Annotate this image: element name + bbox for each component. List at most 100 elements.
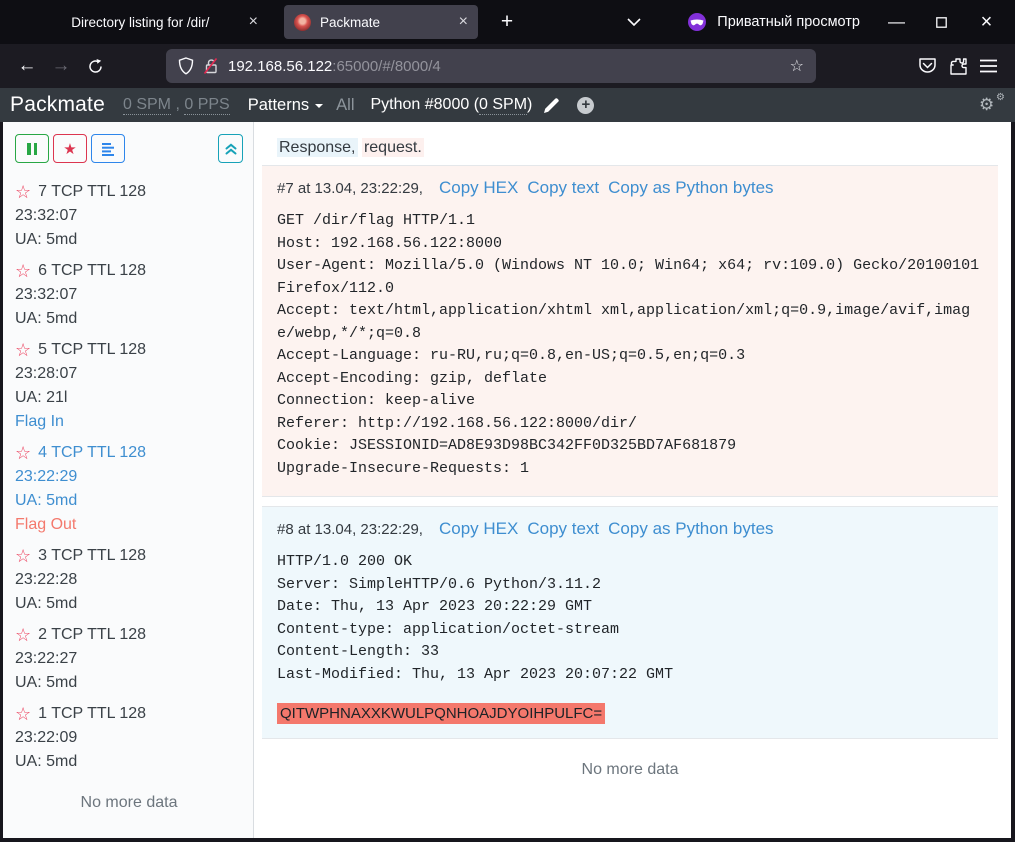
back-button[interactable]: ← <box>10 50 44 82</box>
tab-title: Packmate <box>320 15 380 30</box>
list-all-tabs-button[interactable] <box>627 18 641 26</box>
favorite-star-icon[interactable]: ☆ <box>15 705 31 723</box>
copy-python-bytes-link[interactable]: Copy as Python bytes <box>608 178 773 198</box>
copy-python-bytes-link[interactable]: Copy as Python bytes <box>608 519 773 539</box>
bookmark-star-icon[interactable]: ☆ <box>790 56 804 76</box>
menu-hamburger-icon[interactable] <box>980 59 997 73</box>
packet-list-item-selected[interactable]: ☆4 TCP TTL 128 23:22:29 UA: 5md Flag Out <box>15 441 243 537</box>
toolbar-right <box>918 57 1005 76</box>
minimize-button[interactable]: — <box>874 0 919 44</box>
packet-sidebar: ★ ☆ 7 TCP TTL 128 23:32:07 UA: 5md <box>3 122 254 838</box>
settings-gears-icon[interactable]: ⚙⚙ <box>979 94 1005 116</box>
flag-out-link[interactable]: Flag Out <box>15 513 243 537</box>
copy-text-link[interactable]: Copy text <box>527 519 599 539</box>
packet-title: 5 TCP TTL 128 <box>38 338 146 362</box>
packet-list-item[interactable]: ☆3 TCP TTL 128 23:22:28 UA: 5md <box>15 544 243 616</box>
packmate-brand[interactable]: Packmate <box>10 93 105 117</box>
packet-title: 4 TCP TTL 128 <box>38 441 146 465</box>
flag-in-link[interactable]: Flag In <box>15 410 243 434</box>
favorite-star-icon[interactable]: ☆ <box>15 262 31 280</box>
browser-window: Directory listing for /dir/ × Packmate ×… <box>0 0 1015 842</box>
packet-list-item[interactable]: ☆6 TCP TTL 128 23:32:07 UA: 5md <box>15 259 243 331</box>
reload-button[interactable] <box>78 50 112 82</box>
favorite-star-icon[interactable]: ☆ <box>15 626 31 644</box>
private-mask-icon <box>687 12 707 32</box>
patterns-label: Patterns <box>248 96 309 115</box>
navigation-toolbar: ← → 192.168.56.122:65000/#/8000/4 ☆ <box>0 44 1015 88</box>
favorite-star-icon[interactable]: ☆ <box>15 341 31 359</box>
tab-title: Directory listing for /dir/ <box>40 15 241 30</box>
compact-view-button[interactable] <box>91 134 125 163</box>
stream-no-more-data: No more data <box>262 761 998 779</box>
pause-stream-button[interactable] <box>15 134 49 163</box>
service-suffix: ) <box>527 96 532 113</box>
packet-time: 23:22:09 <box>15 726 243 750</box>
tab-packmate[interactable]: Packmate × <box>284 5 478 39</box>
packet-list-item[interactable]: ☆7 TCP TTL 128 23:32:07 UA: 5md <box>15 180 243 252</box>
packmate-favicon-icon <box>294 14 311 31</box>
page-content: ★ ☆ 7 TCP TTL 128 23:32:07 UA: 5md <box>0 122 1015 842</box>
insecure-lock-icon[interactable] <box>203 57 219 75</box>
edit-service-button[interactable] <box>543 97 560 114</box>
copy-text-link[interactable]: Copy text <box>527 178 599 198</box>
sidebar-no-more-data: No more data <box>15 794 243 812</box>
packet-list-item[interactable]: ☆ 5 TCP TTL 128 23:28:07 UA: 21l Flag In <box>15 338 243 434</box>
copy-hex-link[interactable]: Copy HEX <box>439 519 518 539</box>
favorites-filter-button[interactable]: ★ <box>53 134 87 163</box>
shield-icon[interactable] <box>178 57 194 75</box>
scroll-to-top-button[interactable] <box>218 134 243 163</box>
packet-card-request: #7 at 13.04, 23:22:29, Copy HEX Copy tex… <box>262 165 998 497</box>
stats-separator: , <box>171 96 184 113</box>
all-services-link[interactable]: All <box>336 96 354 115</box>
forward-button[interactable]: → <box>44 50 78 82</box>
packet-list-item[interactable]: ☆2 TCP TTL 128 23:22:27 UA: 5md <box>15 623 243 695</box>
spm-stat: 0 SPM <box>123 96 171 115</box>
direction-filters: Response, request. <box>277 139 1011 157</box>
favorite-star-icon[interactable]: ☆ <box>15 183 31 201</box>
request-filter-chip[interactable]: request. <box>362 138 424 157</box>
packet-list-item[interactable]: ☆1 TCP TTL 128 23:22:09 UA: 5md <box>15 702 243 774</box>
pps-stat: 0 PPS <box>184 96 229 115</box>
chevron-down-icon <box>627 18 641 26</box>
packet-time: 23:32:07 <box>15 283 243 307</box>
close-window-button[interactable]: × <box>964 0 1009 44</box>
response-filter-chip[interactable]: Response, <box>277 138 358 157</box>
packet-title: 6 TCP TTL 128 <box>38 259 146 283</box>
packet-payload: GET /dir/flag HTTP/1.1 Host: 192.168.56.… <box>277 210 983 480</box>
service-spm: 0 SPM <box>479 96 527 115</box>
close-icon[interactable]: × <box>241 14 258 30</box>
tab-directory-listing[interactable]: Directory listing for /dir/ × <box>30 5 268 39</box>
service-tab-python-8000[interactable]: Python #8000 (0 SPM) <box>371 96 533 114</box>
extensions-puzzle-icon[interactable] <box>949 57 968 76</box>
packet-time: 23:28:07 <box>15 362 243 386</box>
url-path: :65000/#/8000/4 <box>332 58 440 75</box>
packet-title: 7 TCP TTL 128 <box>38 180 146 204</box>
double-chevron-up-icon <box>225 143 237 155</box>
new-tab-button[interactable]: + <box>492 7 522 37</box>
packet-ua: UA: 5md <box>15 750 243 774</box>
pocket-icon[interactable] <box>918 57 937 75</box>
star-icon: ★ <box>63 140 76 158</box>
patterns-dropdown[interactable]: Patterns <box>248 96 323 115</box>
copy-hex-link[interactable]: Copy HEX <box>439 178 518 198</box>
pause-icon <box>27 143 37 155</box>
add-service-button[interactable]: + <box>577 97 594 114</box>
private-label: Приватный просмотр <box>717 14 860 30</box>
pattern-match-row: QITWPHNAXXKWULPQNHOAJDYOIHPULFC= <box>277 705 983 722</box>
favorite-star-icon[interactable]: ☆ <box>15 444 31 462</box>
packet-header: #8 at 13.04, 23:22:29, <box>277 521 423 538</box>
favorite-star-icon[interactable]: ☆ <box>15 547 31 565</box>
packet-payload: HTTP/1.0 200 OK Server: SimpleHTTP/0.6 P… <box>277 551 983 686</box>
packet-ua: UA: 5md <box>15 228 243 252</box>
packet-ua: UA: 5md <box>15 671 243 695</box>
packet-time: 23:22:27 <box>15 647 243 671</box>
url-host: 192.168.56.122 <box>228 58 332 75</box>
align-left-icon <box>100 142 116 156</box>
pattern-match-highlight: QITWPHNAXXKWULPQNHOAJDYOIHPULFC= <box>277 703 605 724</box>
close-icon[interactable]: × <box>451 14 468 30</box>
packet-title: 3 TCP TTL 128 <box>38 544 146 568</box>
maximize-button[interactable] <box>919 0 964 44</box>
packet-header: #7 at 13.04, 23:22:29, <box>277 180 423 197</box>
packet-ua: UA: 21l <box>15 386 243 410</box>
url-bar[interactable]: 192.168.56.122:65000/#/8000/4 ☆ <box>166 49 816 83</box>
